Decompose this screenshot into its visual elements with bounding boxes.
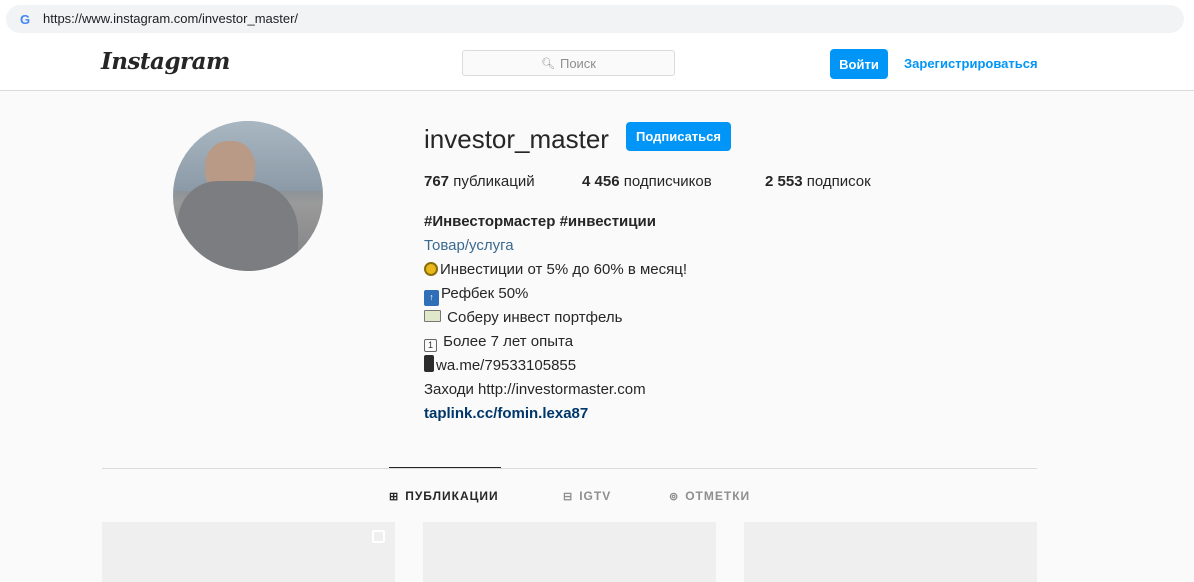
followers-count-label: подписчиков xyxy=(623,173,712,190)
tab-label: IGTV xyxy=(579,489,612,503)
followers-count[interactable]: 4 456 подписчиков xyxy=(582,173,712,190)
tab-label: ОТМЕТКИ xyxy=(685,489,751,503)
bio-line: Соберу инвест портфель xyxy=(424,306,622,330)
url-text[interactable]: https://www.instagram.com/investor_maste… xyxy=(43,11,298,26)
follow-button[interactable]: Подписаться xyxy=(626,122,731,151)
search-placeholder: Поиск xyxy=(559,55,596,71)
bio-line-text: Соберу инвест портфель xyxy=(443,309,623,326)
top-arrow-icon: ↑ xyxy=(424,290,439,306)
post-thumbnail[interactable] xyxy=(102,522,395,582)
followers-count-value: 4 456 xyxy=(582,173,620,190)
tab-igtv[interactable]: ⊟ IGTV xyxy=(563,489,611,503)
keycap-one-icon: 1 xyxy=(424,339,437,352)
bio-category: Товар/услуга xyxy=(424,237,514,254)
instagram-logo[interactable]: Instagram xyxy=(101,48,230,75)
search-input[interactable]: 🔍︎ Поиск xyxy=(462,50,675,76)
bio-line: 1 Более 7 лет опыта xyxy=(424,330,573,354)
address-bar[interactable]: G https://www.instagram.com/investor_mas… xyxy=(6,5,1184,33)
medal-icon xyxy=(424,262,438,276)
following-count-label: подписок xyxy=(806,173,871,190)
carousel-icon xyxy=(372,530,385,543)
profile-avatar[interactable] xyxy=(173,121,323,271)
login-button[interactable]: Войти xyxy=(830,49,888,79)
posts-count-value: 767 xyxy=(424,173,450,190)
bio-title: #Инвестормастер #инвестиции xyxy=(424,213,656,230)
browser-toolbar: G https://www.instagram.com/investor_mas… xyxy=(0,0,1194,37)
bio-line: wa.me/79533105855 xyxy=(424,354,576,378)
bio-line-text: Инвестиции от 5% до 60% в месяц! xyxy=(440,261,687,278)
profile-username: investor_master xyxy=(424,124,609,154)
bio-line: Заходи http://investormaster.com xyxy=(424,381,646,398)
search-icon: 🔍︎ xyxy=(541,57,555,70)
site-header: Instagram 🔍︎ Поиск Войти Зарегистрироват… xyxy=(0,37,1194,91)
tab-label: ПУБЛИКАЦИИ xyxy=(405,489,499,503)
tabs-divider xyxy=(102,468,1037,469)
google-g-icon: G xyxy=(20,12,31,27)
bio-line: Инвестиции от 5% до 60% в месяц! xyxy=(424,258,687,282)
posts-count-label: публикаций xyxy=(453,173,535,190)
igtv-icon: ⊟ xyxy=(563,490,574,503)
bio-line-text: wa.me/79533105855 xyxy=(436,357,577,374)
post-thumbnail[interactable] xyxy=(744,522,1037,582)
phone-icon xyxy=(424,355,434,372)
bio-line-text: Более 7 лет опыта xyxy=(439,333,574,350)
active-tab-indicator xyxy=(389,467,501,468)
register-link[interactable]: Зарегистрироваться xyxy=(904,56,1038,71)
tab-tagged[interactable]: ⊚ ОТМЕТКИ xyxy=(669,489,750,503)
post-thumbnail[interactable] xyxy=(423,522,716,582)
bio-line-text: Рефбек 50% xyxy=(441,285,529,302)
avatar-body xyxy=(178,181,298,271)
grid-icon: ⊞ xyxy=(389,490,400,503)
bio-external-link[interactable]: taplink.cc/fomin.lexa87 xyxy=(424,402,588,426)
money-icon xyxy=(424,310,441,322)
following-count-value: 2 553 xyxy=(765,173,803,190)
tab-posts[interactable]: ⊞ ПУБЛИКАЦИИ xyxy=(389,489,499,503)
posts-count: 767 публикаций xyxy=(424,173,535,190)
tagged-icon: ⊚ xyxy=(669,490,680,503)
following-count[interactable]: 2 553 подписок xyxy=(765,173,871,190)
bio-line: ↑ Рефбек 50% xyxy=(424,282,528,306)
